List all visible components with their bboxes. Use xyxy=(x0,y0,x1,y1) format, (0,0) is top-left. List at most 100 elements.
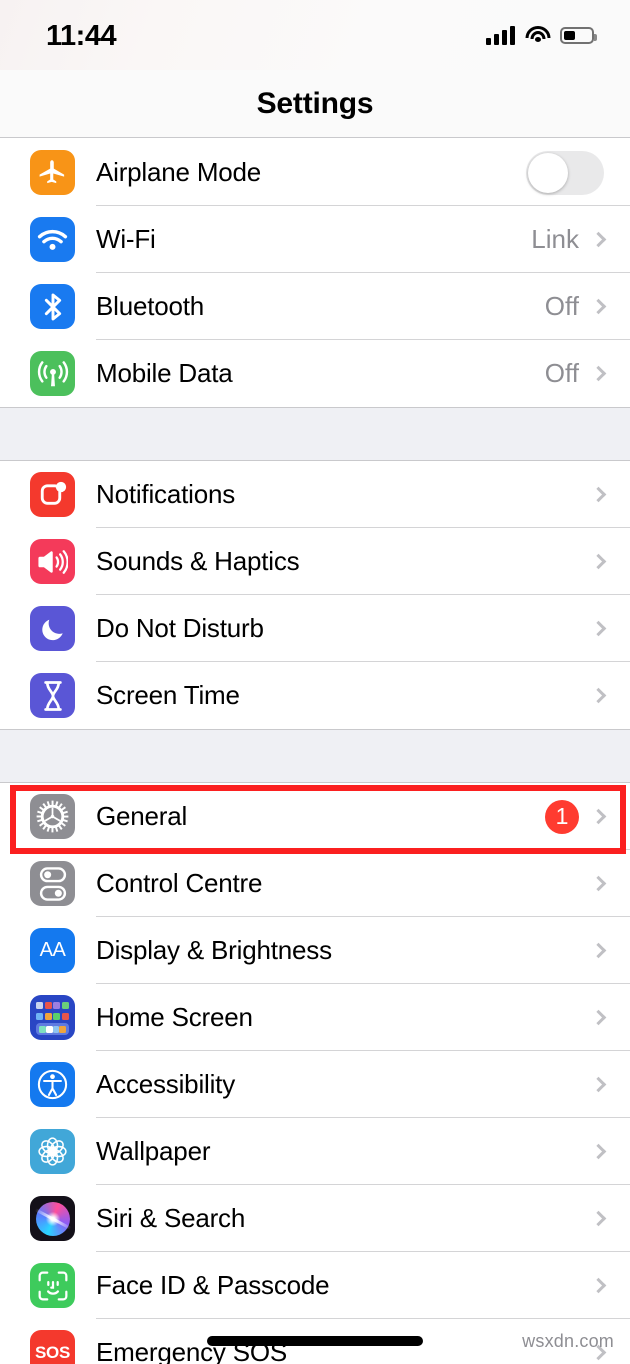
face-id-icon xyxy=(30,1263,75,1308)
row-accessory: Off xyxy=(545,291,630,322)
settings-row-display-brightness[interactable]: AA Display & Brightness xyxy=(0,917,630,984)
chevron-right-icon xyxy=(590,1210,607,1227)
settings-row-face-id-passcode[interactable]: Face ID & Passcode xyxy=(0,1252,630,1319)
cellular-icon xyxy=(30,351,75,396)
row-value: Off xyxy=(544,291,579,321)
settings-group-2: Notifications Sounds & Haptics Do Not Di… xyxy=(0,461,630,729)
row-label: Face ID & Passcode xyxy=(96,1270,330,1300)
row-label: Mobile Data xyxy=(96,358,233,388)
row-accessory xyxy=(590,486,630,503)
chevron-right-icon xyxy=(590,1076,607,1093)
row-accessory xyxy=(590,875,630,892)
speaker-icon xyxy=(30,539,75,584)
wifi-icon xyxy=(30,217,75,262)
group-separator xyxy=(0,729,630,783)
settings-row-siri-search[interactable]: Siri & Search xyxy=(0,1185,630,1252)
siri-orb xyxy=(35,1201,70,1236)
row-accessory xyxy=(590,1143,630,1160)
row-accessory xyxy=(590,1009,630,1026)
settings-row-airplane-mode[interactable]: Airplane Mode xyxy=(0,139,630,206)
settings-row-general[interactable]: General 1 xyxy=(0,783,630,850)
chevron-right-icon xyxy=(590,1143,607,1160)
watermark: wsxdn.com xyxy=(522,1331,614,1351)
settings-row-home-screen[interactable]: Home Screen xyxy=(0,984,630,1051)
home-indicator xyxy=(207,1336,423,1346)
settings-row-accessibility[interactable]: Accessibility xyxy=(0,1051,630,1118)
chevron-right-icon xyxy=(590,231,607,248)
cellular-bars-icon xyxy=(486,25,515,45)
settings-row-notifications[interactable]: Notifications xyxy=(0,461,630,528)
chevron-right-icon xyxy=(590,1009,607,1026)
settings-list: Airplane Mode Wi-Fi Link Bluetooth Off M… xyxy=(0,139,630,1364)
hourglass-icon xyxy=(30,673,75,718)
settings-row-screen-time[interactable]: Screen Time xyxy=(0,662,630,729)
row-label: General xyxy=(96,801,188,831)
row-label: Wallpaper xyxy=(96,1136,211,1166)
toggle-knob xyxy=(528,152,568,193)
row-label: Bluetooth xyxy=(96,291,205,321)
gear-icon xyxy=(30,794,75,839)
row-label: Notifications xyxy=(96,479,236,509)
airplane-icon xyxy=(30,150,75,195)
row-label: Siri & Search xyxy=(96,1203,246,1233)
row-accessory: Link xyxy=(531,224,630,255)
status-bar-time: 11:44 xyxy=(46,20,117,52)
row-accessory xyxy=(590,620,630,637)
row-value: Off xyxy=(544,358,579,388)
settings-group-1: Airplane Mode Wi-Fi Link Bluetooth Off M… xyxy=(0,139,630,407)
chevron-right-icon xyxy=(590,365,607,382)
settings-row-bluetooth[interactable]: Bluetooth Off xyxy=(0,273,630,340)
chevron-right-icon xyxy=(590,875,607,892)
aa-label: AA xyxy=(39,939,66,961)
chevron-right-icon xyxy=(590,486,607,503)
row-accessory xyxy=(590,942,630,959)
app-grid xyxy=(30,995,75,1040)
row-label: Display & Brightness xyxy=(96,935,332,965)
notification-badge: 1 xyxy=(545,799,579,834)
sos-label: SOS xyxy=(34,1342,70,1362)
chevron-right-icon xyxy=(590,298,607,315)
page-title: Settings xyxy=(256,86,374,120)
bluetooth-icon xyxy=(30,284,75,329)
chevron-right-icon xyxy=(590,553,607,570)
row-accessory: Off xyxy=(545,358,630,389)
navigation-bar: Settings xyxy=(0,70,630,138)
settings-row-sounds-haptics[interactable]: Sounds & Haptics xyxy=(0,528,630,595)
chevron-right-icon xyxy=(590,687,607,704)
chevron-right-icon xyxy=(590,620,607,637)
row-accessory xyxy=(526,150,630,195)
row-accessory xyxy=(590,1076,630,1093)
accessibility-icon xyxy=(30,1062,75,1107)
wifi-icon xyxy=(525,25,550,45)
row-accessory xyxy=(590,1277,630,1294)
settings-row-do-not-disturb[interactable]: Do Not Disturb xyxy=(0,595,630,662)
status-bar-indicators xyxy=(486,22,597,48)
row-label: Do Not Disturb xyxy=(96,613,264,643)
row-label: Airplane Mode xyxy=(96,157,262,187)
status-bar: 11:44 xyxy=(0,0,630,70)
iphone-settings-screen: 11:44 Settings Airplane Mode Wi-Fi Link … xyxy=(0,0,630,1364)
moon-icon xyxy=(30,606,75,651)
toggles-icon xyxy=(30,861,75,906)
row-accessory: 1 xyxy=(545,799,630,834)
chevron-right-icon xyxy=(590,1277,607,1294)
settings-row-wallpaper[interactable]: Wallpaper xyxy=(0,1118,630,1185)
group-separator xyxy=(0,407,630,461)
chevron-right-icon xyxy=(590,942,607,959)
flower-icon xyxy=(30,1129,75,1174)
settings-row-wi-fi[interactable]: Wi-Fi Link xyxy=(0,206,630,273)
settings-row-mobile-data[interactable]: Mobile Data Off xyxy=(0,340,630,407)
siri-orb-icon xyxy=(30,1196,75,1241)
row-label: Accessibility xyxy=(96,1069,235,1099)
row-label: Screen Time xyxy=(96,680,240,710)
settings-row-control-centre[interactable]: Control Centre xyxy=(0,850,630,917)
sos-icon: SOS xyxy=(30,1330,75,1364)
chevron-right-icon xyxy=(590,808,607,825)
text-size-aa-icon: AA xyxy=(30,928,75,973)
settings-group-3: General 1 Control Centre AA Display & Br… xyxy=(0,783,630,1364)
notifications-icon xyxy=(30,472,75,517)
row-label: Wi-Fi xyxy=(96,224,156,254)
row-label: Home Screen xyxy=(96,1002,253,1032)
airplane-mode-toggle[interactable] xyxy=(526,150,604,195)
row-accessory xyxy=(590,1210,630,1227)
